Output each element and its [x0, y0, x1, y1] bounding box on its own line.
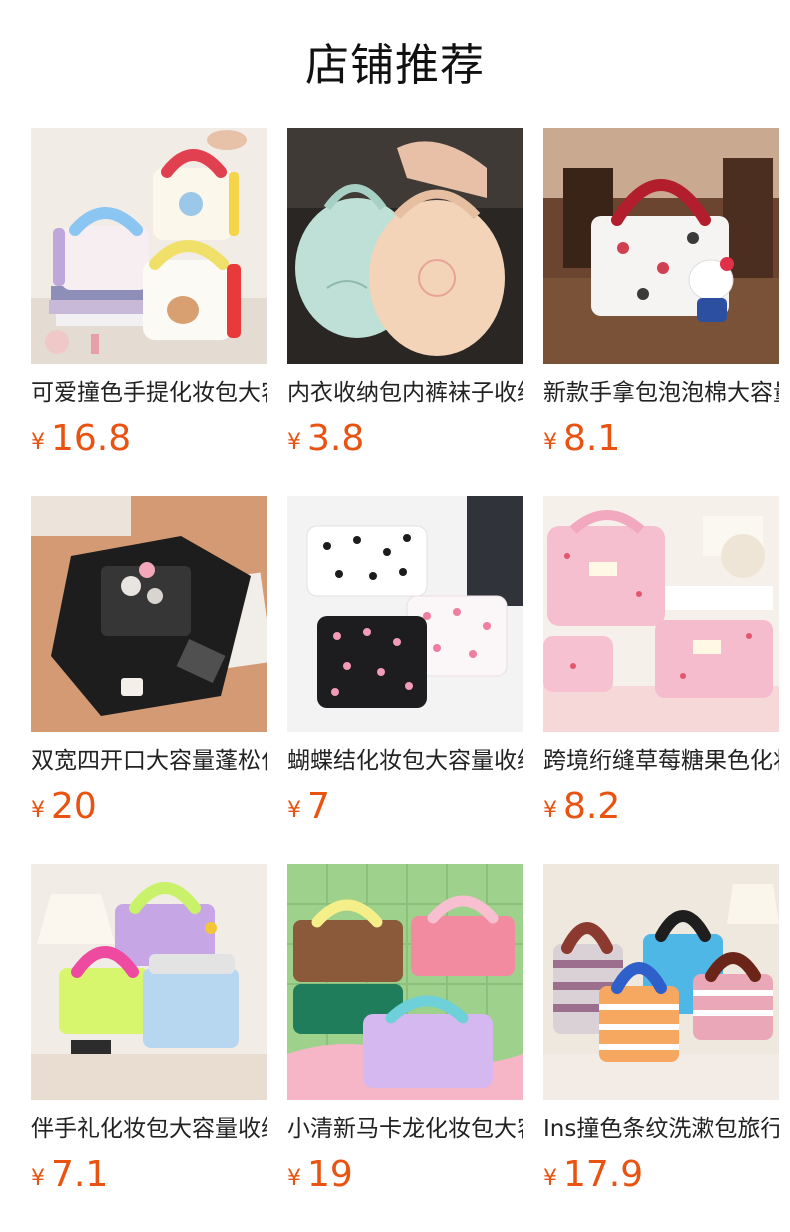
product-card[interactable]: 双宽四开口大容量蓬松化妆包 ¥20 [31, 496, 267, 836]
product-name[interactable]: 蝴蝶结化妆包大容量收纳 [287, 744, 523, 778]
product-price: ¥20 [31, 786, 267, 828]
price-value: 20 [51, 786, 97, 827]
product-price: ¥17.9 [543, 1154, 779, 1196]
product-name[interactable]: 可爱撞色手提化妆包大容量 [31, 376, 267, 410]
currency-symbol: ¥ [543, 798, 557, 823]
price-value: 7.1 [51, 1154, 109, 1195]
product-price: ¥7.1 [31, 1154, 267, 1196]
product-card[interactable]: 内衣收纳包内裤袜子收纳袋 ¥3.8 [287, 128, 523, 468]
price-value: 8.1 [563, 418, 621, 459]
kitty-handbag-photo[interactable] [543, 128, 779, 364]
page-title: 店铺推荐 [305, 40, 485, 91]
black-organizer-photo[interactable] [31, 496, 267, 732]
price-value: 8.2 [563, 786, 621, 827]
currency-symbol: ¥ [287, 430, 301, 455]
product-price: ¥19 [287, 1154, 523, 1196]
product-card[interactable]: Ins撞色条纹洗漱包旅行 ¥17.9 [543, 864, 779, 1204]
price-value: 7 [307, 786, 330, 827]
product-price: ¥16.8 [31, 418, 267, 460]
product-card[interactable]: 伴手礼化妆包大容量收纳 ¥7.1 [31, 864, 267, 1204]
currency-symbol: ¥ [31, 798, 45, 823]
cosmetic-bag-pastel-photo[interactable] [31, 128, 267, 364]
colorful-vanity-case-photo[interactable] [31, 864, 267, 1100]
macaron-vanity-case-photo[interactable] [287, 864, 523, 1100]
product-name[interactable]: Ins撞色条纹洗漱包旅行 [543, 1112, 779, 1146]
price-value: 3.8 [307, 418, 365, 459]
currency-symbol: ¥ [31, 1166, 45, 1191]
currency-symbol: ¥ [287, 1166, 301, 1191]
product-card[interactable]: 蝴蝶结化妆包大容量收纳 ¥7 [287, 496, 523, 836]
product-name[interactable]: 跨境绗缝草莓糖果色化妆包 [543, 744, 779, 778]
product-price: ¥8.1 [543, 418, 779, 460]
price-value: 19 [307, 1154, 353, 1195]
product-card[interactable]: 新款手拿包泡泡棉大容量 ¥8.1 [543, 128, 779, 468]
currency-symbol: ¥ [543, 430, 557, 455]
product-price: ¥3.8 [287, 418, 523, 460]
price-value: 16.8 [51, 418, 132, 459]
product-name[interactable]: 新款手拿包泡泡棉大容量 [543, 376, 779, 410]
underwear-pouch-photo[interactable] [287, 128, 523, 364]
product-name[interactable]: 小清新马卡龙化妆包大容量 [287, 1112, 523, 1146]
product-name[interactable]: 伴手礼化妆包大容量收纳 [31, 1112, 267, 1146]
product-name[interactable]: 内衣收纳包内裤袜子收纳袋 [287, 376, 523, 410]
product-name[interactable]: 双宽四开口大容量蓬松化妆包 [31, 744, 267, 778]
currency-symbol: ¥ [31, 430, 45, 455]
product-card[interactable]: 跨境绗缝草莓糖果色化妆包 ¥8.2 [543, 496, 779, 836]
product-card[interactable]: 可爱撞色手提化妆包大容量 ¥16.8 [31, 128, 267, 468]
currency-symbol: ¥ [287, 798, 301, 823]
product-price: ¥7 [287, 786, 523, 828]
currency-symbol: ¥ [543, 1166, 557, 1191]
strawberry-pouch-photo[interactable] [543, 496, 779, 732]
price-value: 17.9 [563, 1154, 644, 1195]
product-price: ¥8.2 [543, 786, 779, 828]
bow-pouch-photo[interactable] [287, 496, 523, 732]
product-card[interactable]: 小清新马卡龙化妆包大容量 ¥19 [287, 864, 523, 1204]
striped-toiletry-bag-photo[interactable] [543, 864, 779, 1100]
